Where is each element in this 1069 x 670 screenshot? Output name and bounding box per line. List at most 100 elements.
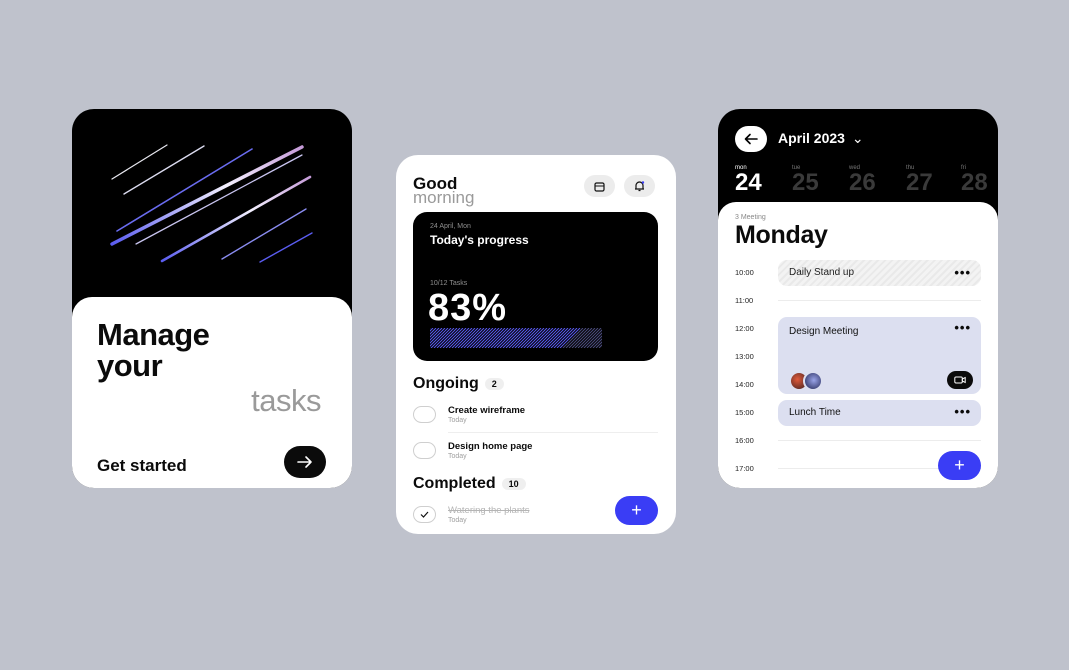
progress-stripe xyxy=(451,328,473,348)
add-event-button[interactable]: + xyxy=(938,451,981,480)
task-due: Today xyxy=(448,517,467,524)
progress-stripe xyxy=(526,328,548,348)
task-title: Create wireframe xyxy=(448,405,526,416)
event-design-meeting[interactable]: Design Meeting ••• xyxy=(778,317,981,394)
progress-stripe xyxy=(562,328,584,348)
decorative-stripes-art xyxy=(110,144,313,263)
task-title: Design home page xyxy=(448,441,533,452)
ongoing-header: Ongoing 2 xyxy=(413,375,504,393)
progress-stripe xyxy=(490,328,512,348)
progress-stripe xyxy=(532,328,554,348)
task-checkbox[interactable] xyxy=(413,406,436,423)
progress-stripe xyxy=(550,328,572,348)
day-number: 25 xyxy=(792,169,819,196)
progress-stripe xyxy=(553,328,575,348)
day-wed[interactable]: wed 26 xyxy=(849,165,876,195)
task-item[interactable]: Design home page Today xyxy=(413,438,660,470)
progress-stripe xyxy=(466,328,488,348)
day-number: 27 xyxy=(906,169,933,196)
progress-stripe xyxy=(433,328,455,348)
ongoing-title: Ongoing xyxy=(413,375,479,392)
progress-stripe xyxy=(457,328,479,348)
time-label: 13:00 xyxy=(735,352,754,361)
progress-stripe xyxy=(577,328,599,348)
day-tue[interactable]: tue 25 xyxy=(792,165,819,195)
progress-date: 24 April, Mon xyxy=(430,223,471,230)
time-label: 14:00 xyxy=(735,380,754,389)
progress-stripe xyxy=(547,328,569,348)
progress-stripe xyxy=(484,328,506,348)
day-thu[interactable]: thu 27 xyxy=(906,165,933,195)
onboarding-sheet: Manage your tasks Get started xyxy=(72,297,352,488)
hour-gridline xyxy=(778,440,981,441)
progress-stripe xyxy=(436,328,458,348)
progress-stripe xyxy=(505,328,527,348)
calendar-button[interactable] xyxy=(584,175,615,197)
arrow-right-icon xyxy=(297,456,312,468)
event-daily-standup[interactable]: Daily Stand up ••• xyxy=(778,260,981,286)
headline-line-1: Manage xyxy=(97,317,210,352)
day-title: Monday xyxy=(735,221,828,249)
more-options-icon[interactable]: ••• xyxy=(954,404,971,419)
avatar xyxy=(803,371,823,391)
back-button[interactable] xyxy=(735,126,767,152)
progress-stripe xyxy=(496,328,518,348)
progress-stripe xyxy=(475,328,497,348)
progress-stripe xyxy=(544,328,566,348)
month-selector[interactable]: April 2023 ⌄ xyxy=(778,130,864,147)
progress-stripe xyxy=(574,328,596,348)
event-lunch-time[interactable]: Lunch Time ••• xyxy=(778,400,981,426)
progress-stripe xyxy=(529,328,551,348)
progress-stripe xyxy=(535,328,557,348)
video-camera-icon xyxy=(954,376,966,384)
task-due: Today xyxy=(448,417,467,424)
task-checkbox-checked[interactable] xyxy=(413,506,436,523)
more-options-icon[interactable]: ••• xyxy=(954,265,971,280)
event-title: Daily Stand up xyxy=(789,267,855,278)
progress-stripe xyxy=(508,328,530,348)
get-started-button[interactable] xyxy=(284,446,326,478)
progress-stripe xyxy=(430,328,452,348)
onboarding-screen: Manage your tasks Get started xyxy=(72,109,352,488)
progress-stripe xyxy=(481,328,503,348)
time-label: 11:00 xyxy=(735,296,754,305)
progress-card[interactable]: 24 April, Mon Today's progress 10/12 Tas… xyxy=(413,212,658,361)
progress-stripe xyxy=(493,328,515,348)
progress-stripe xyxy=(487,328,509,348)
day-number: 28 xyxy=(961,169,988,196)
progress-stripe xyxy=(565,328,587,348)
bell-icon xyxy=(635,181,645,192)
check-icon xyxy=(420,511,429,518)
time-label: 16:00 xyxy=(735,436,754,445)
meeting-count: 3 Meeting xyxy=(735,214,766,221)
schedule-screen: April 2023 ⌄ mon 24 tue 25 wed 26 thu 27… xyxy=(718,109,998,488)
day-number: 26 xyxy=(849,169,876,196)
time-label: 15:00 xyxy=(735,408,754,417)
progress-stripe xyxy=(571,328,593,348)
video-call-button[interactable] xyxy=(947,371,973,389)
time-label: 17:00 xyxy=(735,464,754,473)
progress-stripe xyxy=(523,328,545,348)
more-options-icon[interactable]: ••• xyxy=(954,320,971,335)
completed-title: Completed xyxy=(413,475,496,492)
schedule-sheet: 3 Meeting Monday 10:00 11:00 12:00 13:00… xyxy=(718,202,998,488)
progress-stripe xyxy=(514,328,536,348)
chevron-down-icon: ⌄ xyxy=(851,130,864,146)
progress-stripe xyxy=(499,328,521,348)
add-task-button[interactable]: + xyxy=(615,496,658,525)
day-mon[interactable]: mon 24 xyxy=(735,165,762,195)
progress-stripe xyxy=(439,328,461,348)
progress-stripe xyxy=(454,328,476,348)
time-label: 10:00 xyxy=(735,268,754,277)
greeting-line-2: morning xyxy=(413,188,475,207)
task-item[interactable]: Create wireframe Today xyxy=(413,402,660,434)
notifications-button[interactable] xyxy=(624,175,655,197)
get-started-label[interactable]: Get started xyxy=(97,456,187,476)
progress-bar xyxy=(430,328,602,348)
task-checkbox[interactable] xyxy=(413,442,436,459)
progress-stripe xyxy=(469,328,491,348)
day-fri[interactable]: fri 28 xyxy=(961,165,988,195)
progress-stripe xyxy=(511,328,533,348)
event-title: Lunch Time xyxy=(789,407,841,418)
task-dashboard-screen: Good morning 24 April, Mon Today's progr… xyxy=(396,155,676,534)
